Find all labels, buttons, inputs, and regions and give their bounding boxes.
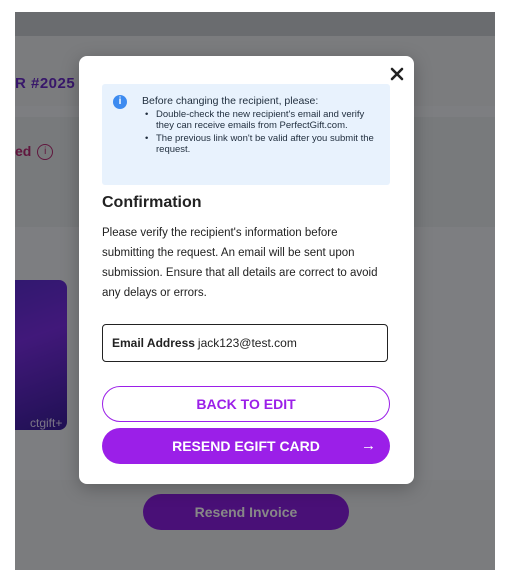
- notice-item: The previous link won't be valid after y…: [142, 133, 382, 155]
- email-address-field[interactable]: Email Address jack123@test.com: [102, 324, 388, 362]
- recipient-notice: i Before changing the recipient, please:…: [102, 84, 390, 185]
- resend-egift-card-button[interactable]: RESEND EGIFT CARD →: [102, 428, 390, 464]
- close-button[interactable]: [385, 62, 409, 86]
- resend-egift-card-label: RESEND EGIFT CARD: [172, 438, 320, 454]
- back-to-edit-button[interactable]: BACK TO EDIT: [102, 386, 390, 422]
- confirmation-body: Please verify the recipient's informatio…: [102, 227, 378, 299]
- notice-list: Double-check the new recipient's email a…: [142, 109, 382, 157]
- info-icon: i: [113, 95, 127, 109]
- notice-item: Double-check the new recipient's email a…: [142, 109, 382, 131]
- confirmation-title: Confirmation: [102, 194, 202, 211]
- notice-title: Before changing the recipient, please:: [142, 95, 319, 107]
- confirmation-modal: i Before changing the recipient, please:…: [79, 56, 414, 484]
- email-label: Email Address: [112, 336, 195, 350]
- close-icon: [390, 67, 404, 81]
- arrow-right-icon: →: [361, 437, 376, 454]
- email-value: jack123@test.com: [197, 336, 297, 350]
